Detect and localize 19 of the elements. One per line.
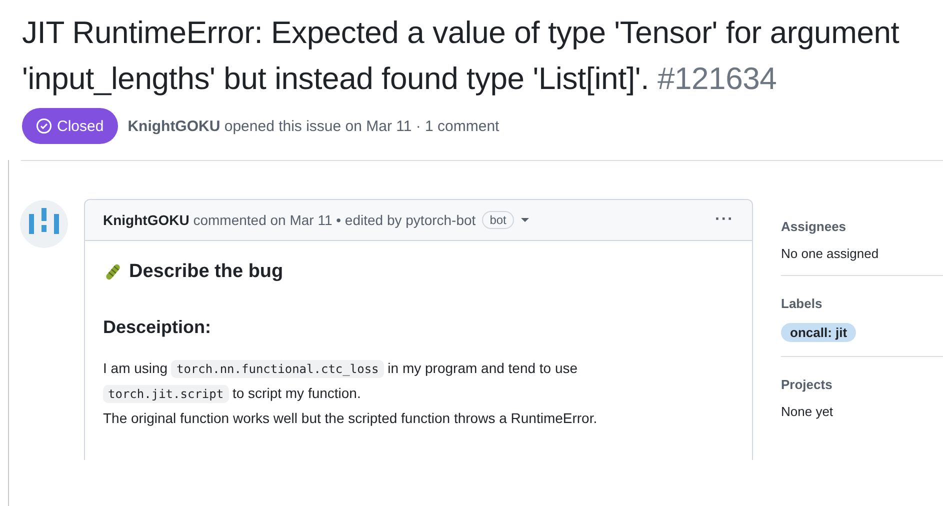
sidebar-value: No one assigned: [781, 246, 880, 261]
body-paragraph: I am using torch.nn.functional.ctc_loss in my program and tend to use torch.jit.script to script my function.: [103, 359, 579, 405]
status-badge: Closed: [22, 108, 118, 144]
caret-icon[interactable]: [520, 216, 530, 224]
comment-meta: KnightGOKU commented on Mar 11 • edited by pytorch-bot: [103, 212, 476, 228]
sidebar-heading: Assignees: [781, 219, 848, 234]
section-heading: Describe the bug: [129, 261, 284, 283]
issue-meta: KnightGOKU opened this issue on Mar 11 · 1 comment: [128, 118, 500, 134]
sidebar-heading: Projects: [781, 377, 834, 392]
check-circle-icon: [36, 118, 52, 134]
sidebar-value: None yet: [781, 404, 834, 419]
body-paragraph: The original function works well but the scripted function throws a RuntimeError.: [103, 409, 598, 428]
label-tag[interactable]: oncall: jit: [781, 323, 856, 342]
more-button[interactable]: ···: [715, 211, 734, 229]
subheading: Desceiption:: [103, 317, 212, 338]
issue-title: JIT RuntimeError: Expected a value of type 'Tensor' for argument 'input_lengths' but instead found type 'List[int]'. #121634: [22, 14, 900, 98]
avatar[interactable]: [20, 200, 68, 248]
sidebar-heading: Labels: [781, 296, 824, 311]
bot-badge: bot: [482, 211, 514, 229]
